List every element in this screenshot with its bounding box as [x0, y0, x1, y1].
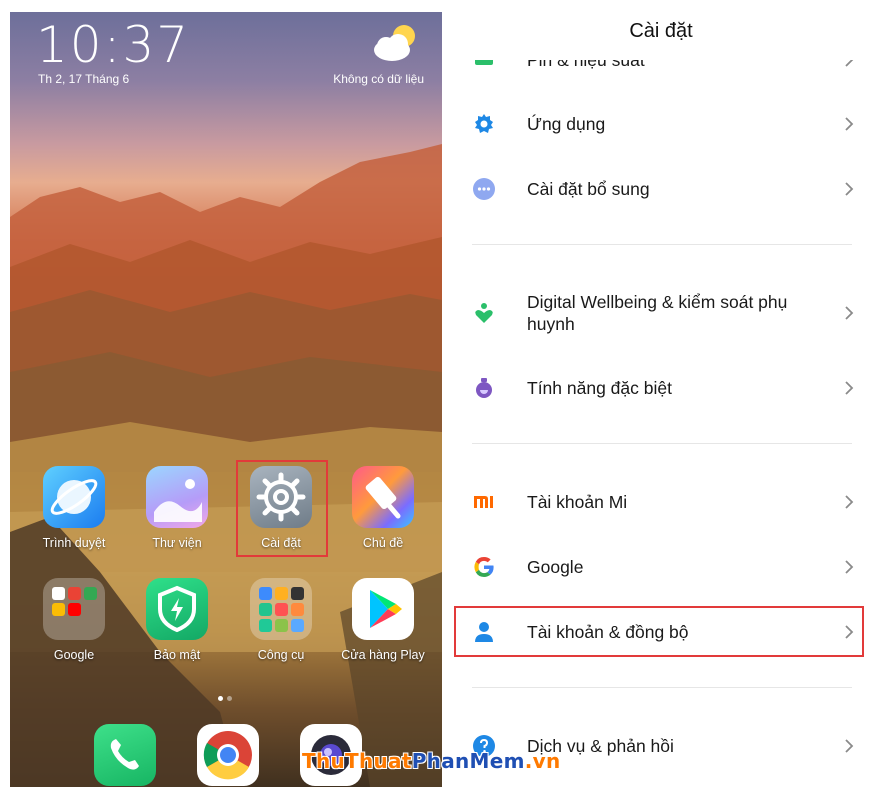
app-label: Thư viện [152, 536, 202, 550]
app-gallery[interactable]: Thư viện [132, 466, 222, 550]
settings-item-wellbeing[interactable]: Digital Wellbeing & kiểm soát phụ huynh [452, 280, 870, 346]
weather-cloud-sun-icon[interactable] [370, 22, 420, 66]
app-security[interactable]: Bảo mật [132, 578, 222, 662]
settings-item-label: Digital Wellbeing & kiểm soát phụ huynh [527, 292, 788, 334]
chevron-right-icon [845, 495, 854, 509]
chevron-right-icon [845, 182, 854, 196]
screenshot-root: 10:37 Th 2, 17 Tháng 6 Không có dữ liệu … [0, 0, 870, 787]
app-themes[interactable]: Chủ đề [338, 466, 428, 550]
app-label: Công cụ [257, 648, 305, 662]
settings-item-label: Google [527, 557, 584, 577]
settings-item-special-features[interactable]: Tính năng đặc biệt [452, 356, 870, 420]
chevron-right-icon [845, 739, 854, 753]
chrome-icon [203, 731, 252, 780]
settings-item-apps[interactable]: Ứng dụng [452, 92, 870, 156]
play-store-icon [352, 578, 414, 640]
themes-icon [352, 466, 414, 528]
app-label: Cửa hàng Play [341, 648, 425, 662]
section-divider [472, 244, 852, 245]
weather-status: Không có dữ liệu [333, 72, 424, 86]
settings-title: Cài đặt [629, 20, 693, 42]
mi-logo-icon [474, 496, 493, 508]
dock-chrome[interactable] [197, 724, 259, 786]
settings-item-mi-account[interactable]: Tài khoản Mi [452, 470, 870, 534]
clock-time: 10:37 [36, 16, 191, 74]
more-dots-icon [473, 178, 495, 200]
wellbeing-heart-icon [475, 303, 493, 323]
google-folder-icon [43, 578, 105, 640]
security-shield-icon [146, 578, 208, 640]
chevron-right-icon [845, 60, 854, 67]
settings-item-label: Ứng dụng [527, 114, 606, 134]
app-label: Bảo mật [153, 648, 201, 662]
clock-date: Th 2, 17 Tháng 6 [38, 72, 130, 86]
chevron-right-icon [845, 306, 854, 320]
settings-item-additional[interactable]: Cài đặt bổ sung [452, 157, 870, 221]
home-screen: 10:37 Th 2, 17 Tháng 6 Không có dữ liệu … [10, 12, 442, 787]
app-label: Chủ đề [362, 536, 404, 550]
app-play-store[interactable]: Cửa hàng Play [338, 578, 428, 662]
folder-google[interactable]: Google [29, 578, 119, 662]
accounts-sync-highlight [454, 606, 864, 657]
apps-gear-icon [475, 114, 493, 133]
section-divider [472, 687, 852, 688]
google-g-icon [474, 557, 494, 577]
settings-panel: Cài đặt Pin & hiệu suất Ứng dụng Cài đặt… [452, 0, 870, 787]
tools-folder-icon [250, 578, 312, 640]
settings-item-label: Pin & hiệu suất [527, 50, 645, 70]
chevron-right-icon [845, 117, 854, 131]
gallery-icon [146, 466, 208, 528]
app-label: Trình duyệt [42, 536, 106, 550]
chevron-right-icon [845, 381, 854, 395]
special-features-flask-icon [476, 378, 492, 398]
app-label: Google [53, 648, 95, 662]
section-divider [472, 443, 852, 444]
dock-phone[interactable] [94, 724, 156, 786]
phone-icon [110, 739, 139, 770]
folder-tools[interactable]: Công cụ [236, 578, 326, 662]
settings-item-label: Dịch vụ & phản hồi [527, 736, 674, 756]
settings-item-label: Tính năng đặc biệt [527, 378, 672, 398]
site-watermark: ThuThuatPhanMem.vn [302, 749, 561, 773]
chevron-right-icon [845, 560, 854, 574]
settings-item-google[interactable]: Google [452, 535, 870, 599]
battery-icon [475, 60, 493, 65]
page-indicator [216, 688, 236, 701]
settings-item-label: Cài đặt bổ sung [527, 179, 650, 199]
settings-item-label: Tài khoản Mi [527, 492, 628, 512]
app-browser[interactable]: Trình duyệt [29, 466, 119, 550]
wallpaper-mountains [10, 144, 442, 787]
settings-app-highlight [236, 460, 328, 557]
browser-icon [43, 466, 105, 528]
